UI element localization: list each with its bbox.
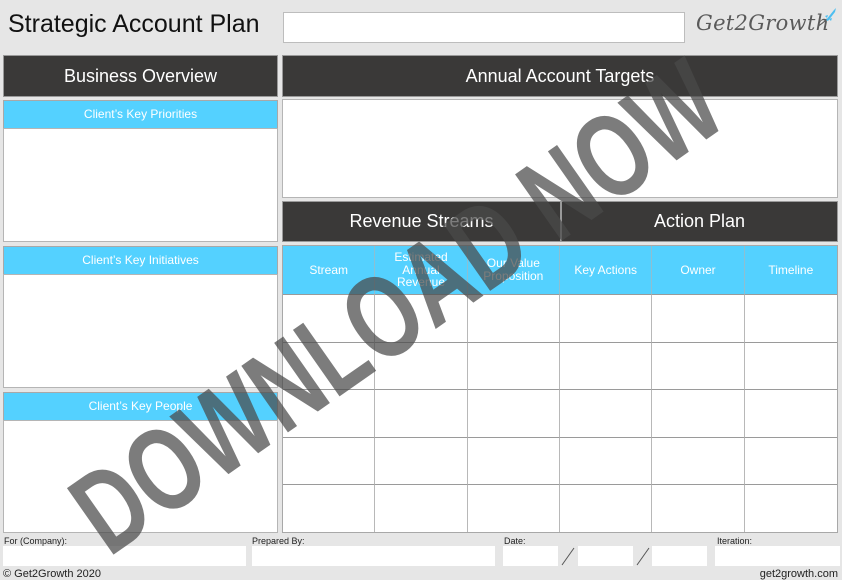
table-cell[interactable] (283, 389, 376, 437)
date-separator-icon (561, 547, 575, 566)
key-initiatives-field[interactable] (3, 274, 278, 388)
revenue-streams-header: Revenue Streams (282, 201, 561, 242)
key-priorities-header: Client’s Key Priorities (3, 100, 278, 129)
table-cell[interactable] (652, 341, 745, 390)
table-cell[interactable] (652, 484, 745, 532)
key-priorities-field[interactable] (3, 128, 278, 242)
table-cell[interactable] (652, 389, 745, 437)
for-company-input[interactable] (3, 546, 246, 566)
iteration-label: Iteration: (717, 536, 753, 546)
key-people-field[interactable] (3, 420, 278, 533)
table-cell[interactable] (744, 341, 837, 390)
table-cell[interactable] (467, 294, 560, 342)
column-header-estimated-revenue: Estimated Annual Revenue (375, 246, 468, 294)
plan-table: Stream Estimated Annual Revenue Our Valu… (282, 245, 838, 533)
table-cell[interactable] (652, 436, 745, 485)
column-header-timeline: Timeline (744, 246, 837, 294)
table-cell[interactable] (467, 436, 560, 485)
table-cell[interactable] (560, 294, 653, 342)
table-cell[interactable] (467, 389, 560, 437)
table-cell[interactable] (744, 484, 837, 532)
business-overview-header: Business Overview (3, 55, 278, 97)
table-cell[interactable] (560, 484, 653, 532)
action-plan-header: Action Plan (561, 201, 838, 242)
rocket-icon (817, 8, 836, 27)
page-title: Strategic Account Plan (8, 10, 260, 38)
table-cell[interactable] (283, 436, 376, 485)
plan-title-input[interactable] (283, 12, 685, 43)
iteration-input[interactable] (715, 546, 840, 566)
copyright: © Get2Growth 2020 (3, 568, 101, 580)
logo: Get2Growth (696, 11, 830, 35)
date-label: Date: (504, 536, 526, 546)
table-cell[interactable] (560, 436, 653, 485)
date-day-input[interactable] (503, 546, 558, 566)
annual-targets-header: Annual Account Targets (282, 55, 838, 97)
table-cell[interactable] (283, 294, 376, 342)
table-cell[interactable] (375, 389, 468, 437)
date-separator-icon (636, 547, 650, 566)
key-initiatives-header: Client’s Key Initiatives (3, 246, 278, 275)
key-people-header: Client’s Key People (3, 392, 278, 421)
table-cell[interactable] (283, 341, 376, 390)
column-header-stream: Stream (283, 246, 376, 294)
website-link[interactable]: get2growth.com (760, 568, 838, 580)
table-cell[interactable] (283, 484, 376, 532)
table-cell[interactable] (744, 436, 837, 485)
table-cell[interactable] (560, 341, 653, 390)
table-cell[interactable] (375, 484, 468, 532)
for-company-label: For (Company): (4, 536, 68, 546)
table-cell[interactable] (652, 294, 745, 342)
table-cell[interactable] (375, 436, 468, 485)
table-cell[interactable] (744, 294, 837, 342)
table-cell[interactable] (375, 341, 468, 390)
table-cell[interactable] (467, 341, 560, 390)
table-cell[interactable] (744, 389, 837, 437)
table-cell[interactable] (375, 294, 468, 342)
table-cell[interactable] (560, 389, 653, 437)
annual-targets-field[interactable] (282, 99, 838, 198)
date-year-input[interactable] (652, 546, 707, 566)
column-header-key-actions: Key Actions (560, 246, 653, 294)
column-header-value-proposition: Our Value Proposition (467, 246, 560, 294)
prepared-by-label: Prepared By: (252, 536, 305, 546)
table-cell[interactable] (467, 484, 560, 532)
prepared-by-input[interactable] (252, 546, 495, 566)
date-month-input[interactable] (578, 546, 633, 566)
column-header-owner: Owner (652, 246, 745, 294)
